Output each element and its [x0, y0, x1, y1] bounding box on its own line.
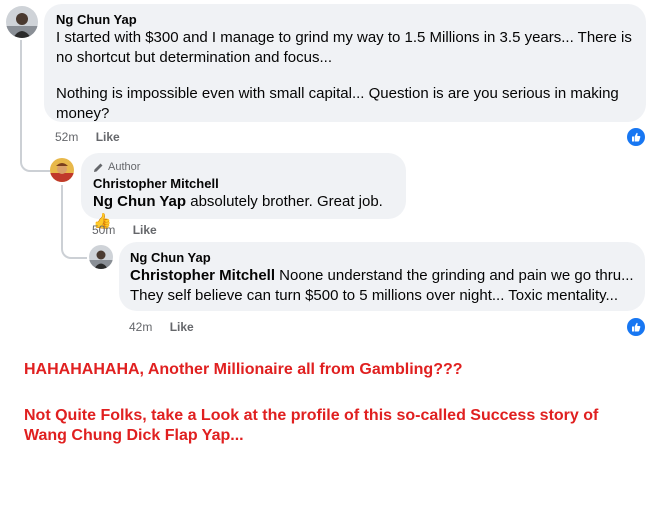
comment-like-reaction[interactable] [626, 127, 646, 147]
avatar-ng-chun-yap-small[interactable] [89, 245, 113, 269]
reply-author[interactable]: Christopher Mitchell [93, 176, 394, 192]
comment-paragraph-2: Nothing is impossible even with small ca… [56, 85, 619, 122]
comment-bubble: Ng Chun Yap I started with $300 and I ma… [44, 4, 646, 122]
nested-reply-text: Christopher Mitchell Noone understand th… [130, 266, 634, 306]
author-badge-label: Author [108, 161, 141, 173]
profile-photo-icon [50, 158, 74, 182]
comment-text: I started with $300 and I manage to grin… [56, 28, 634, 124]
caption-line-2: Not Quite Folks, take a Look at the prof… [24, 407, 599, 444]
nested-reply-like-reaction[interactable] [626, 317, 646, 337]
nested-reply-like-button[interactable]: Like [170, 320, 194, 334]
mention-tag[interactable]: Christopher Mitchell [130, 267, 275, 284]
author-badge: Author [93, 160, 394, 174]
profile-photo-icon [89, 245, 113, 269]
reply-meta: 50m Like [92, 222, 157, 238]
thumbs-up-icon [632, 132, 641, 142]
pencil-icon [94, 163, 103, 172]
comment-timestamp[interactable]: 52m [55, 130, 78, 144]
nested-reply-author[interactable]: Ng Chun Yap [130, 250, 634, 266]
reply-message: absolutely brother. Great job. [186, 193, 383, 210]
nested-reply-timestamp[interactable]: 42m [129, 320, 152, 334]
avatar-christopher-mitchell[interactable] [50, 158, 74, 182]
avatar-ng-chun-yap[interactable] [6, 6, 38, 38]
caption-line-1: HAHAHAHAHA, Another Millionaire all from… [24, 361, 463, 378]
comment-paragraph-1: I started with $300 and I manage to grin… [56, 29, 632, 66]
reply-timestamp[interactable]: 50m [92, 223, 115, 237]
nested-reply-bubble: Ng Chun Yap Christopher Mitchell Noone u… [119, 242, 645, 311]
nested-reply-meta: 42m Like [129, 319, 194, 335]
comment-author[interactable]: Ng Chun Yap [56, 12, 634, 28]
comment-like-button[interactable]: Like [96, 130, 120, 144]
profile-photo-icon [6, 6, 38, 38]
thumbs-up-icon [632, 322, 641, 332]
comment-meta: 52m Like [55, 129, 120, 145]
reply-bubble: Author Christopher Mitchell Ng Chun Yap … [81, 153, 406, 230]
reply-like-button[interactable]: Like [133, 223, 157, 237]
mention-tag[interactable]: Ng Chun Yap [93, 193, 186, 210]
